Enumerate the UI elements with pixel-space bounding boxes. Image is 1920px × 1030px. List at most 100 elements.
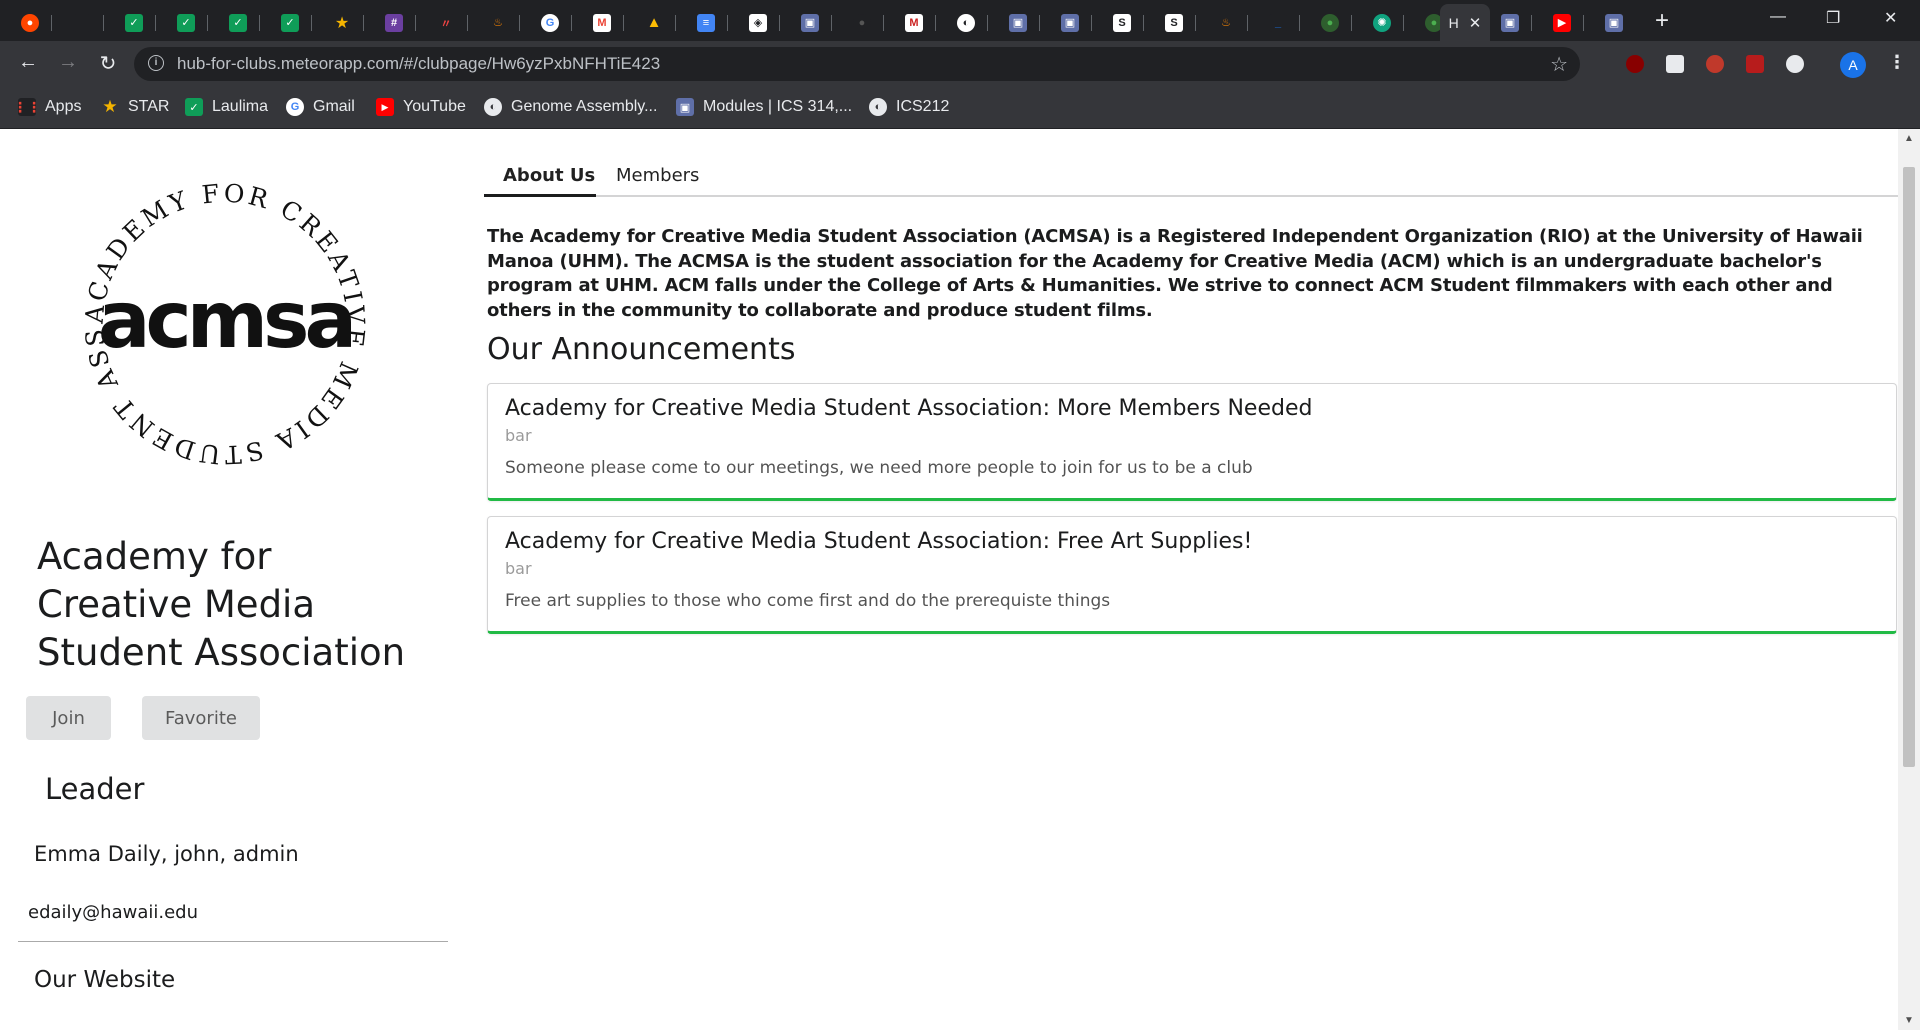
bookmark-genome-assembly[interactable]: ◐ Genome Assembly... — [484, 95, 657, 119]
active-tab-label: H — [1448, 14, 1459, 31]
browser-tab[interactable]: ● — [840, 4, 884, 41]
browser-tab[interactable]: ★ — [320, 4, 364, 41]
bookmark-star[interactable]: ★ STAR — [101, 95, 169, 119]
browser-menu-icon[interactable]: ⋮ — [1888, 52, 1906, 73]
scroll-down-icon[interactable]: ▼ — [1904, 1015, 1914, 1026]
close-tab-icon[interactable]: ✕ — [1469, 14, 1482, 32]
browser-tab[interactable]: ▲ — [632, 4, 676, 41]
scroll-up-icon[interactable]: ▲ — [1904, 133, 1914, 144]
flame-icon: ♨ — [1217, 13, 1235, 32]
reload-icon[interactable]: ↻ — [96, 51, 120, 76]
browser-tab[interactable]: ♨ — [1204, 4, 1248, 41]
browser-tab[interactable]: M — [892, 4, 936, 41]
ublock-icon[interactable] — [1626, 55, 1644, 73]
youtube-icon: ▶ — [1553, 13, 1571, 32]
flame-icon: ♨ — [489, 13, 507, 32]
address-bar[interactable]: i hub-for-clubs.meteorapp.com/#/clubpage… — [134, 47, 1580, 81]
announcements-heading: Our Announcements — [487, 332, 796, 367]
link-icon: S — [1165, 13, 1183, 32]
bookmark-gmail[interactable]: G Gmail — [286, 95, 355, 119]
refresh-extension-icon[interactable] — [1786, 55, 1804, 73]
bookmark-modules-ics314[interactable]: ▣ Modules | ICS 314,... — [676, 95, 852, 119]
new-tab-button[interactable]: + — [1655, 7, 1669, 35]
github-icon: ● — [853, 13, 871, 32]
bookmark-star-icon[interactable]: ☆ — [1550, 52, 1568, 77]
bookmark-apps[interactable]: ⋮⋮ Apps — [13, 95, 82, 119]
announcement-meta: bar — [505, 559, 532, 578]
gmail-icon: M — [593, 13, 611, 32]
forward-arrow-icon[interactable]: → — [56, 51, 80, 74]
browser-tab[interactable]: ✓ — [268, 4, 312, 41]
blank-icon — [73, 13, 91, 32]
globe-icon: ◐ — [484, 98, 502, 116]
profile-avatar[interactable]: A — [1840, 52, 1866, 78]
laulima-icon: ✓ — [185, 98, 203, 116]
browser-tab[interactable]: ▣ — [788, 4, 832, 41]
site-info-icon[interactable]: i — [148, 55, 164, 71]
window-close-icon[interactable]: ✕ — [1884, 8, 1897, 28]
back-arrow-icon[interactable]: ← — [16, 51, 40, 74]
bookmark-laulima[interactable]: ✓ Laulima — [185, 95, 268, 119]
extension-icon[interactable] — [1706, 55, 1724, 73]
minimize-icon[interactable]: — — [1770, 8, 1786, 26]
browser-tab[interactable]: ✓ — [164, 4, 208, 41]
browser-tab[interactable]: ◐ — [944, 4, 988, 41]
browser-tab[interactable]: ▣ — [1488, 4, 1532, 41]
scrollbar-thumb[interactable] — [1903, 167, 1915, 767]
browser-tab[interactable]: 〃 — [424, 4, 468, 41]
laulima-icon: ✓ — [177, 13, 195, 32]
announcement-description: Free art supplies to those who come firs… — [505, 591, 1111, 611]
browser-tab[interactable] — [60, 4, 104, 41]
browser-tab[interactable]: ● — [8, 4, 52, 41]
bookmark-youtube[interactable]: ▶ YouTube — [376, 95, 466, 119]
browser-tab[interactable]: # — [372, 4, 416, 41]
browser-tab[interactable]: G — [528, 4, 572, 41]
browser-tab[interactable]: ▣ — [1592, 4, 1636, 41]
browser-tab[interactable]: ♨ — [476, 4, 520, 41]
browser-tab[interactable]: ≡ — [684, 4, 728, 41]
page-icon: ▣ — [801, 13, 819, 32]
pdf-icon[interactable] — [1746, 55, 1764, 73]
browser-tab[interactable]: M — [580, 4, 624, 41]
restore-icon[interactable]: ❐ — [1826, 8, 1840, 28]
tab-members[interactable]: Members — [616, 165, 699, 186]
laulima-icon: ✓ — [229, 13, 247, 32]
leader-heading: Leader — [45, 772, 145, 806]
page-icon: ▣ — [1009, 13, 1027, 32]
browser-tab[interactable]: ▣ — [996, 4, 1040, 41]
join-button[interactable]: Join — [26, 696, 111, 740]
star-logo-icon: ★ — [333, 13, 351, 32]
bookmark-label: Apps — [45, 98, 82, 115]
url-text: hub-for-clubs.meteorapp.com/#/clubpage/H… — [177, 54, 661, 73]
document-icon[interactable] — [1666, 55, 1684, 73]
club-page: ACADEMY FOR CREATIVE MEDIA STUDENT ASSOC… — [0, 129, 1898, 1030]
browser-tab[interactable]: ✓ — [112, 4, 156, 41]
browser-toolbar: ← → ↻ i hub-for-clubs.meteorapp.com/#/cl… — [0, 41, 1920, 87]
browser-tab-active[interactable]: H ✕ — [1440, 4, 1490, 41]
browser-tab[interactable]: _ — [1256, 4, 1300, 41]
laulima-icon: ✓ — [281, 13, 299, 32]
feather-icon: 〃 — [437, 13, 455, 32]
page-icon: ▣ — [676, 98, 694, 116]
browser-tab[interactable]: ◈ — [736, 4, 780, 41]
apps-grid-icon: ⋮⋮ — [13, 98, 41, 116]
tab-about-us[interactable]: About Us — [503, 165, 595, 186]
slack-icon: # — [385, 13, 403, 32]
browser-tab[interactable]: ✺ — [1360, 4, 1404, 41]
bookmark-label: Modules | ICS 314,... — [703, 98, 853, 115]
page-tabs — [484, 129, 1898, 197]
browser-tab[interactable]: S — [1152, 4, 1196, 41]
m-logo-icon: M — [905, 13, 923, 32]
announcement-meta: bar — [505, 426, 532, 445]
announcement-title: Academy for Creative Media Student Assoc… — [505, 396, 1313, 421]
bookmark-label: Gmail — [313, 98, 355, 115]
browser-tab[interactable]: ✓ — [216, 4, 260, 41]
browser-tab[interactable]: ▶ — [1540, 4, 1584, 41]
acmsa-logo: ACADEMY FOR CREATIVE MEDIA STUDENT ASSOC… — [80, 179, 367, 469]
bookmark-ics212[interactable]: ◐ ICS212 — [869, 95, 949, 119]
page-scrollbar[interactable]: ▲ ▼ — [1898, 129, 1920, 1030]
browser-tab[interactable]: ▣ — [1048, 4, 1092, 41]
browser-tab[interactable]: S — [1100, 4, 1144, 41]
browser-tab[interactable]: ● — [1308, 4, 1352, 41]
favorite-button[interactable]: Favorite — [142, 696, 260, 740]
